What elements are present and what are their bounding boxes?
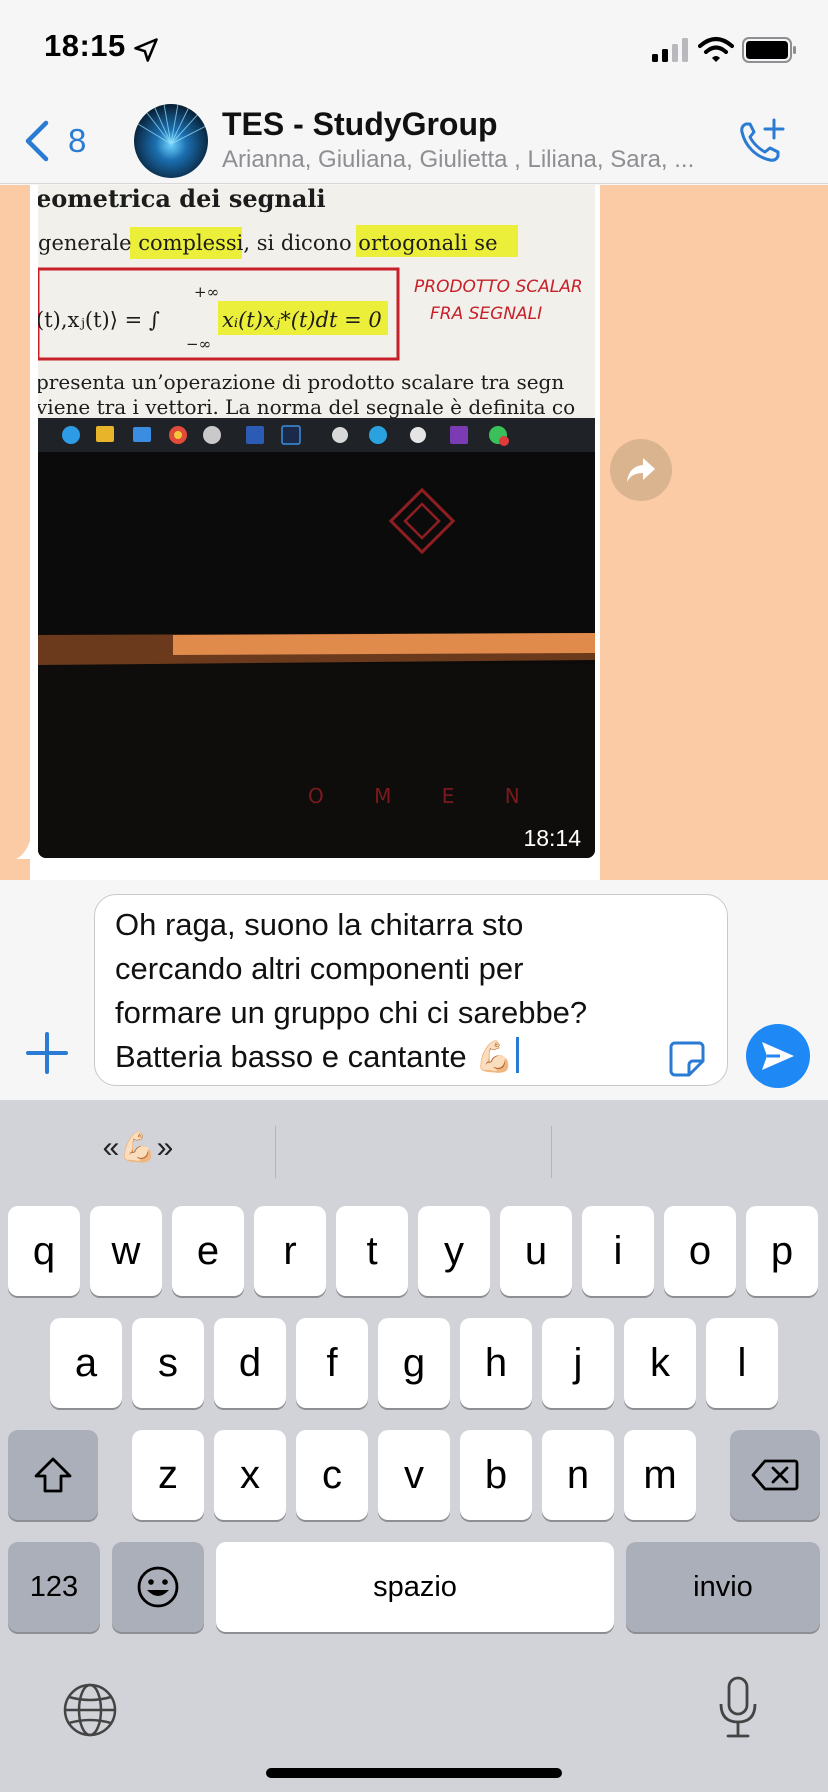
home-indicator[interactable] — [266, 1768, 562, 1778]
chat-area: eometrica dei segnali generale complessi… — [0, 185, 828, 880]
delete-key[interactable] — [730, 1430, 820, 1520]
shift-arrow-icon — [34, 1457, 72, 1493]
chat-participants[interactable]: Arianna, Giuliana, Giulietta , Liliana, … — [222, 146, 722, 174]
sticker-icon[interactable] — [667, 1039, 707, 1079]
message-timestamp: 18:14 — [523, 825, 581, 851]
message-photo[interactable]: eometrica dei segnali generale complessi… — [38, 185, 595, 858]
key-g[interactable]: g — [378, 1318, 450, 1408]
chat-title[interactable]: TES - StudyGroup — [222, 106, 498, 143]
key-n[interactable]: n — [542, 1430, 614, 1520]
emoji-smiley-icon — [137, 1566, 179, 1608]
suggestion-divider — [275, 1126, 276, 1178]
key-l[interactable]: l — [706, 1318, 778, 1408]
key-c[interactable]: c — [296, 1430, 368, 1520]
key-r[interactable]: r — [254, 1206, 326, 1296]
key-y[interactable]: y — [418, 1206, 490, 1296]
message-input-text: Oh raga, suono la chitarra sto cercando … — [115, 907, 588, 1074]
key-e[interactable]: e — [172, 1206, 244, 1296]
photo-formula-right: xᵢ(t)xⱼ*(t)dt = 0 — [222, 308, 382, 332]
photo-heading: eometrica dei segnali — [38, 185, 326, 213]
photo-note2: FRA SEGNALI — [430, 304, 542, 324]
send-button[interactable] — [746, 1024, 810, 1088]
attach-plus-icon[interactable] — [24, 1030, 70, 1076]
return-key[interactable]: invio — [626, 1542, 820, 1632]
numbers-key[interactable]: 123 — [8, 1542, 100, 1632]
key-f[interactable]: f — [296, 1318, 368, 1408]
add-call-icon[interactable] — [734, 116, 786, 168]
composer-bar: Oh raga, suono la chitarra sto cercando … — [0, 880, 828, 1100]
key-a[interactable]: a — [50, 1318, 122, 1408]
status-bar: 18:15 — [0, 0, 828, 100]
forward-button[interactable] — [610, 439, 672, 501]
key-u[interactable]: u — [500, 1206, 572, 1296]
key-h[interactable]: h — [460, 1318, 532, 1408]
key-z[interactable]: z — [132, 1430, 204, 1520]
back-button[interactable]: 8 — [22, 118, 102, 164]
key-j[interactable]: j — [542, 1318, 614, 1408]
emoji-key[interactable] — [112, 1542, 204, 1632]
forward-arrow-icon — [627, 458, 655, 482]
group-avatar[interactable] — [134, 104, 208, 178]
key-m[interactable]: m — [624, 1430, 696, 1520]
key-q[interactable]: q — [8, 1206, 80, 1296]
wifi-icon — [698, 37, 734, 62]
key-p[interactable]: p — [746, 1206, 818, 1296]
chat-header: 8 TES - StudyGroup Arianna, Giuliana, Gi… — [0, 100, 828, 184]
photo-formula-lower: −∞ — [186, 335, 211, 353]
location-arrow-icon — [134, 38, 158, 62]
text-caret — [515, 1037, 519, 1073]
photo-brand: O M E N — [308, 784, 542, 808]
photo-para2: viene tra i vettori. La norma del segnal… — [38, 395, 575, 419]
key-x[interactable]: x — [214, 1430, 286, 1520]
message-input[interactable]: Oh raga, suono la chitarra sto cercando … — [94, 894, 728, 1086]
photo-formula-left: (t),xⱼ(t)⟩ = ∫ — [38, 308, 160, 332]
space-key[interactable]: spazio — [216, 1542, 614, 1632]
key-o[interactable]: o — [664, 1206, 736, 1296]
key-d[interactable]: d — [214, 1318, 286, 1408]
suggestion-bar: «💪🏻» — [0, 1100, 828, 1200]
suggestion-divider — [551, 1126, 552, 1178]
photo-para1: presenta un’operazione di prodotto scala… — [38, 370, 564, 394]
backspace-icon — [751, 1459, 799, 1491]
photo-formula-upper: +∞ — [194, 283, 219, 301]
key-k[interactable]: k — [624, 1318, 696, 1408]
chevron-left-icon — [25, 120, 49, 162]
photo-note1: PRODOTTO SCALAR — [414, 277, 583, 297]
globe-icon[interactable] — [62, 1682, 118, 1738]
unread-count: 8 — [68, 122, 87, 159]
key-w[interactable]: w — [90, 1206, 162, 1296]
battery-icon — [742, 37, 796, 63]
status-time: 18:15 — [44, 28, 126, 63]
send-arrow-icon — [762, 1042, 794, 1070]
cellular-signal-icon — [652, 38, 688, 62]
key-b[interactable]: b — [460, 1430, 532, 1520]
key-v[interactable]: v — [378, 1430, 450, 1520]
keyboard: «💪🏻» 123 spazio invio q w e r t y u i o … — [0, 1100, 828, 1792]
suggestion-1[interactable]: «💪🏻» — [0, 1130, 276, 1165]
shift-key[interactable] — [8, 1430, 98, 1520]
microphone-icon[interactable] — [716, 1676, 760, 1740]
key-t[interactable]: t — [336, 1206, 408, 1296]
photo-line1: generale complessi, si dicono ortogonali… — [38, 231, 498, 255]
key-i[interactable]: i — [582, 1206, 654, 1296]
key-s[interactable]: s — [132, 1318, 204, 1408]
